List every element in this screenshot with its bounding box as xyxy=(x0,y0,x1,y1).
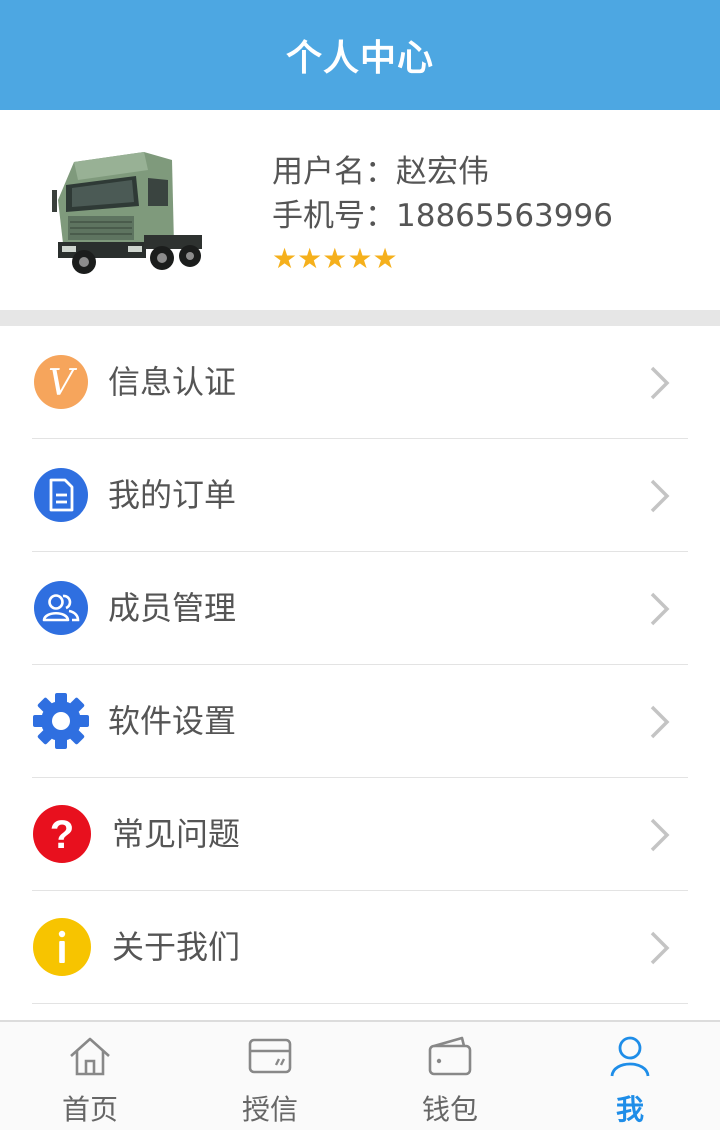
tab-credit[interactable]: 授信 xyxy=(180,1022,360,1130)
menu-item-settings[interactable]: 软件设置 xyxy=(32,665,688,778)
chevron-right-icon xyxy=(650,931,670,965)
menu-item-label: 我的订单 xyxy=(108,476,237,514)
gear-icon xyxy=(33,693,89,749)
menu-item-label: 常见问题 xyxy=(112,815,241,853)
tab-label: 首页 xyxy=(61,1093,118,1126)
page-title: 个人中心 xyxy=(285,38,434,79)
app-header: 个人中心 xyxy=(0,0,720,110)
menu-item-faq[interactable]: ? 常见问题 xyxy=(32,778,688,891)
tab-me[interactable]: 我 xyxy=(540,1022,720,1130)
star-icon: ★ xyxy=(272,242,298,275)
chevron-right-icon xyxy=(650,592,670,626)
phone-label: 手机号： xyxy=(272,198,396,234)
star-icon: ★ xyxy=(322,242,348,275)
document-icon xyxy=(34,468,88,522)
menu-item-verification[interactable]: V 信息认证 xyxy=(32,326,688,439)
profile-card: 用户名：赵宏伟 手机号：18865563996 ★ ★ ★ ★ ★ xyxy=(0,110,720,310)
tab-label: 我 xyxy=(615,1093,644,1126)
menu-item-label: 软件设置 xyxy=(108,702,237,740)
chevron-right-icon xyxy=(650,705,670,739)
menu-item-label: 成员管理 xyxy=(108,589,237,627)
svg-text:V: V xyxy=(48,363,78,404)
chevron-right-icon xyxy=(650,818,670,852)
username-value: 赵宏伟 xyxy=(396,154,489,190)
profile-info: 用户名：赵宏伟 手机号：18865563996 xyxy=(272,150,613,238)
bottom-tab-bar: 首页 授信 钱包 我 xyxy=(0,1020,720,1130)
svg-text:?: ? xyxy=(50,813,74,857)
tab-wallet[interactable]: 钱包 xyxy=(360,1022,540,1130)
menu-item-members[interactable]: 成员管理 xyxy=(32,552,688,665)
tab-home[interactable]: 首页 xyxy=(0,1022,180,1130)
menu-item-about[interactable]: 关于我们 xyxy=(32,891,688,1004)
menu-item-orders[interactable]: 我的订单 xyxy=(32,439,688,552)
user-icon xyxy=(610,1036,650,1077)
question-icon: ? xyxy=(33,805,91,863)
chevron-right-icon xyxy=(650,366,670,400)
settings-menu: V 信息认证 我的订单 成员管理 软件设置 ? 常见问题 关于我们 xyxy=(0,326,720,1004)
credit-card-icon xyxy=(248,1038,292,1074)
members-icon xyxy=(34,581,88,635)
star-icon: ★ xyxy=(297,242,323,275)
menu-item-label: 关于我们 xyxy=(112,928,241,966)
menu-item-label: 信息认证 xyxy=(108,363,237,401)
section-divider xyxy=(0,310,720,326)
tab-label: 钱包 xyxy=(421,1093,478,1126)
username-label: 用户名： xyxy=(272,154,396,190)
verify-v-icon: V xyxy=(34,355,88,409)
rating-stars: ★ ★ ★ ★ ★ xyxy=(272,245,398,273)
username-row: 用户名：赵宏伟 xyxy=(272,150,613,194)
tab-label: 授信 xyxy=(241,1093,298,1126)
info-icon xyxy=(33,918,91,976)
truck-avatar-icon[interactable] xyxy=(44,140,209,285)
home-icon xyxy=(70,1037,110,1076)
star-icon: ★ xyxy=(347,242,373,275)
phone-row: 手机号：18865563996 xyxy=(272,194,613,238)
phone-value: 18865563996 xyxy=(396,198,613,234)
wallet-icon xyxy=(428,1036,472,1076)
chevron-right-icon xyxy=(650,479,670,513)
star-icon: ★ xyxy=(372,242,398,275)
